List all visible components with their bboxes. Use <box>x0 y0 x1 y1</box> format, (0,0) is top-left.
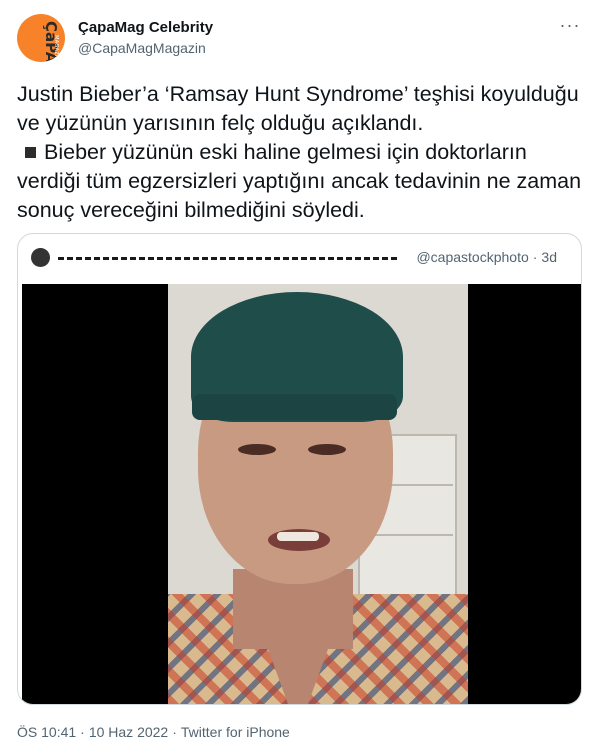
tweet-footer-meta: ÖS 10:41 · 10 Haz 2022 · Twitter for iPhone <box>17 724 290 740</box>
author-names: ÇapaMag Celebrity @CapaMagMagazin <box>78 18 213 58</box>
tweet-time[interactable]: ÖS 10:41 <box>17 724 76 740</box>
tweet-source[interactable]: Twitter for iPhone <box>181 724 290 740</box>
video-still-image <box>168 284 468 704</box>
tweet-paragraph-1: Justin Bieber’a ‘Ramsay Hunt Syndrome’ t… <box>17 82 579 135</box>
redacted-author-name <box>58 257 397 260</box>
tweet-paragraph-2-text: Bieber yüzünün eski haline gelmesi için … <box>17 140 582 222</box>
footer-separator: · <box>172 724 177 740</box>
tweet-paragraph-2: Bieber yüzünün eski haline gelmesi için … <box>17 138 582 225</box>
tweet-text: Justin Bieber’a ‘Ramsay Hunt Syndrome’ t… <box>17 80 582 225</box>
tweet-header: ÇaPA MAGAZIN ÇapaMag Celebrity @CapaMagM… <box>17 14 583 64</box>
meta-separator: · <box>532 249 538 265</box>
quoted-author-avatar[interactable] <box>31 248 50 267</box>
quoted-tweet-header: @capastockphoto · 3d <box>31 246 569 268</box>
more-options-button[interactable]: ··· <box>557 15 583 38</box>
square-bullet-icon <box>25 146 36 158</box>
more-horizontal-icon: ··· <box>559 15 581 35</box>
quoted-tweet-card[interactable]: @capastockphoto · 3d <box>17 233 582 705</box>
quoted-tweet-time[interactable]: 3d <box>541 249 557 265</box>
quoted-tweet-media[interactable] <box>22 284 581 704</box>
tweet-date[interactable]: 10 Haz 2022 <box>89 724 168 740</box>
quoted-author-handle[interactable]: @capastockphoto <box>416 249 528 265</box>
author-handle[interactable]: @CapaMagMagazin <box>78 39 213 58</box>
footer-separator: · <box>80 724 85 740</box>
quoted-tweet-meta: @capastockphoto · 3d <box>416 249 557 265</box>
author-display-name[interactable]: ÇapaMag Celebrity <box>78 18 213 37</box>
avatar-logo-subtext: MAGAZIN <box>52 35 59 61</box>
author-avatar[interactable]: ÇaPA MAGAZIN <box>17 14 65 62</box>
